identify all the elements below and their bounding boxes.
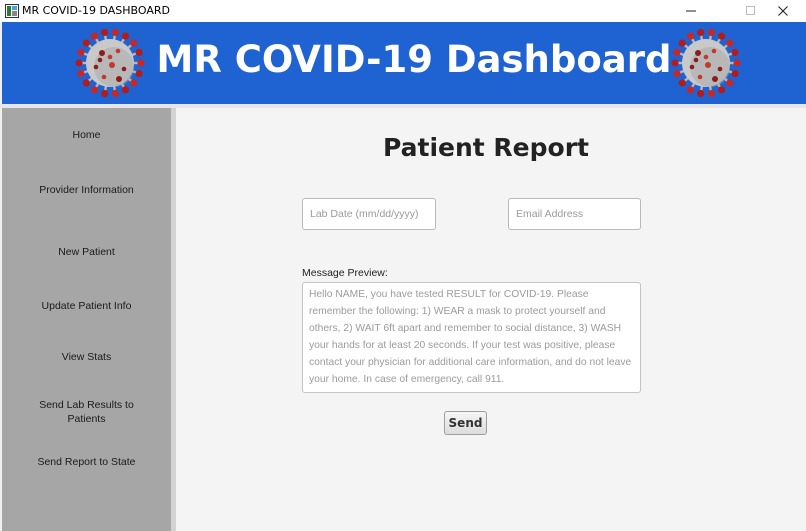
page-title: Patient Report [382, 133, 589, 162]
title-bar[interactable]: MR COVID-19 DASHBOARD [0, 0, 806, 22]
close-icon [778, 6, 788, 16]
sidebar-item-update-patient-info[interactable]: Update Patient Info [2, 299, 171, 313]
close-button[interactable] [760, 0, 806, 22]
maximize-icon [746, 6, 755, 15]
sidebar-item-view-stats[interactable]: View Stats [2, 350, 171, 364]
sidebar-item-provider-information[interactable]: Provider Information [2, 183, 171, 197]
window-title: MR COVID-19 DASHBOARD [22, 4, 170, 17]
sidebar-item-send-lab-results[interactable]: Send Lab Results to Patients [2, 398, 171, 426]
sidebar-item-send-report-to-state[interactable]: Send Report to State [2, 455, 171, 469]
minimize-button[interactable] [668, 0, 714, 22]
sidebar-item-home[interactable]: Home [2, 128, 171, 142]
sidebar: Home Provider Information New Patient Up… [2, 108, 171, 531]
email-input[interactable] [508, 198, 641, 230]
message-preview-label: Message Preview: [302, 267, 388, 279]
message-preview-text: Hello NAME, you have tested RESULT for C… [302, 282, 641, 393]
sidebar-item-new-patient[interactable]: New Patient [2, 245, 171, 259]
app-window: MR COVID-19 DASHBOARD MR COVID-19 Dashbo… [0, 0, 806, 531]
minimize-icon [686, 10, 696, 12]
app-icon [5, 4, 19, 18]
send-button[interactable]: Send [444, 411, 487, 435]
dashboard-title: MR COVID-19 Dashboard [156, 38, 672, 81]
lab-date-input[interactable] [302, 198, 436, 230]
header-banner: MR COVID-19 Dashboard [2, 22, 806, 104]
